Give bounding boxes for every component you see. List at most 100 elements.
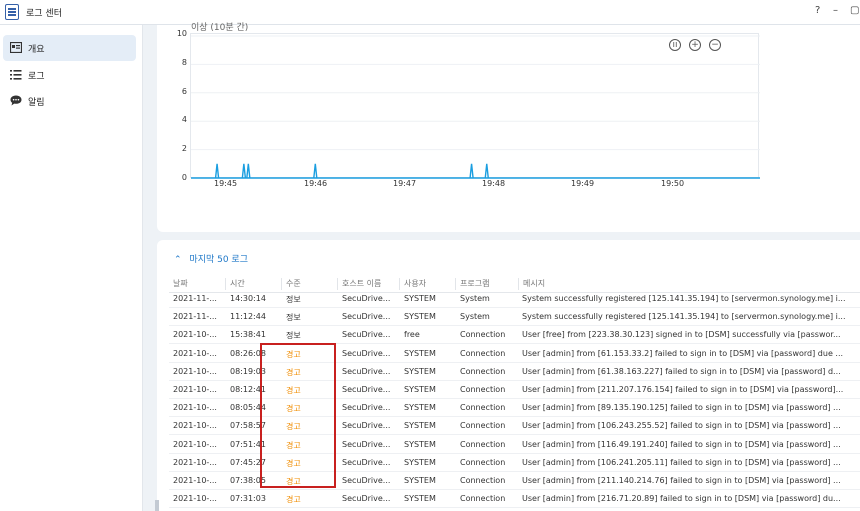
column-header-user[interactable]: 사용자 [399,278,426,290]
events-chart-card: 이상 (10분 간) 10 8 6 4 2 0 19:45 19:46 19:4… [157,23,860,232]
pause-icon[interactable]: ıı [669,39,681,51]
cell-hostname: SecuDrive... [342,294,391,303]
maximize-button[interactable]: ▢ [850,5,859,16]
zoom-out-icon[interactable]: − [709,39,721,51]
cell-program: Connection [460,439,506,449]
cell-hostname: SecuDrive... [342,312,391,322]
sidebar-item-overview[interactable]: 개요 [3,35,136,61]
cell-time: 11:12:44 [230,312,266,322]
cell-program: Connection [460,385,506,394]
x-tick-label: 19:45 [214,179,238,188]
cell-hostname: SecuDrive... [342,403,391,413]
sidebar-item-logs[interactable]: 로그 [3,62,136,88]
list-icon [10,70,22,80]
cell-date: 2021-10-... [173,439,217,449]
cell-user: SYSTEM [404,403,436,413]
chart-svg [191,35,760,179]
series-spike [241,163,247,179]
minimize-button[interactable]: – [833,5,838,16]
sidebar-item-label: 알림 [28,98,45,108]
cell-date: 2021-10-... [173,494,217,504]
table-row[interactable]: 2021-10-... 15:38:41 정보 SecuDrive... free Con… [169,326,860,345]
cell-hostname: SecuDrive... [342,439,391,449]
cell-user: SYSTEM [404,385,436,394]
cell-user: SYSTEM [404,294,436,303]
x-tick-label: 19:47 [393,179,417,188]
column-header-message[interactable]: 메시지 [518,278,545,290]
cell-message: System successfully registered [125.141.… [522,294,846,303]
table-row[interactable]: 2021-10-... 07:31:03 경고 SecuDrive... SYSTEM C… [169,490,860,509]
sidebar-item-notifications[interactable]: 알림 [3,88,136,114]
y-tick-label: 2 [181,144,187,153]
series-spike [214,163,220,179]
table-row[interactable]: 2021-11-... 14:30:14 정보 SecuDrive... SYSTEM S… [169,290,860,308]
cell-program: Connection [460,348,506,358]
help-button[interactable]: ? [815,5,820,16]
y-tick-label: 6 [181,87,187,96]
cell-date: 2021-10-... [173,330,217,340]
cell-message: User [free] from [223.38.30.123] signed … [522,330,841,340]
overview-icon [10,42,22,53]
cell-program: Connection [460,421,506,431]
log-center-app-icon [5,4,19,20]
cell-date: 2021-10-... [173,385,217,394]
cell-time: 15:38:41 [230,330,266,340]
cell-program: Connection [460,457,506,467]
column-header-time[interactable]: 시간 [225,278,245,290]
cell-user: SYSTEM [404,457,436,467]
cell-date: 2021-10-... [173,403,217,413]
sidebar-item-label: 로그 [28,72,45,82]
table-row[interactable]: 2021-11-... 11:12:44 정보 SecuDrive... SYSTEM S… [169,308,860,327]
title-bar: 로그 센터 ? – ▢ [0,0,860,25]
cell-user: SYSTEM [404,494,436,504]
y-tick-label: 8 [181,58,187,67]
chat-icon [10,95,22,106]
cell-user: SYSTEM [404,421,436,431]
cell-hostname: SecuDrive... [342,385,391,394]
column-header-program[interactable]: 프로그램 [455,278,489,290]
zoom-in-icon[interactable]: + [689,39,701,51]
cell-user: free [404,330,420,340]
cell-hostname: SecuDrive... [342,494,391,504]
cell-date: 2021-10-... [173,366,217,376]
cell-message: System successfully registered [125.141.… [522,312,846,322]
column-header-hostname[interactable]: 호스트 이름 [337,278,381,290]
cell-program: System [460,294,490,303]
cell-hostname: SecuDrive... [342,348,391,358]
cell-message: User [admin] from [216.71.20.89] failed … [522,494,841,504]
cell-hostname: SecuDrive... [342,421,391,431]
cell-message: User [admin] from [116.49.191.240] faile… [522,439,841,449]
x-tick-label: 19:46 [304,179,328,188]
cell-time: 07:31:03 [230,494,266,504]
cell-date: 2021-10-... [173,348,217,358]
column-header-date[interactable]: 날짜 [169,278,188,290]
cell-message: User [admin] from [61.153.33.2] failed t… [522,348,844,358]
chart-plot-area [190,33,760,179]
app-title: 로그 센터 [26,9,62,19]
cell-date: 2021-10-... [173,476,217,485]
cell-hostname: SecuDrive... [342,330,391,340]
x-tick-label: 19:50 [661,179,685,188]
cell-program: System [460,312,490,322]
scrollbar[interactable] [155,500,159,511]
cell-hostname: SecuDrive... [342,366,391,376]
recent-logs-title: 마지막 50 로그 [189,255,248,265]
cell-user: SYSTEM [404,348,436,358]
cell-program: Connection [460,366,506,376]
cell-level: 정보 [286,295,301,304]
chart-title: 이상 (10분 간) [191,23,249,33]
column-header-level[interactable]: 수준 [281,278,301,290]
cell-message: User [admin] from [89.135.190.125] faile… [522,403,841,413]
cell-message: User [admin] from [106.241.205.11] faile… [522,457,841,467]
cell-date: 2021-10-... [173,421,217,431]
cell-program: Connection [460,330,506,340]
cell-message: User [admin] from [61.38.163.227] failed… [522,366,841,376]
x-tick-label: 19:49 [571,179,595,188]
cell-program: Connection [460,476,506,485]
cell-message: User [admin] from [211.207.176.154] fail… [522,385,844,394]
cell-user: SYSTEM [404,476,436,485]
cell-date: 2021-11-... [173,294,217,303]
cell-date: 2021-11-... [173,312,217,322]
recent-logs-toggle[interactable]: ⌃ 마지막 50 로그 [174,252,248,265]
cell-level: 경고 [286,495,301,505]
